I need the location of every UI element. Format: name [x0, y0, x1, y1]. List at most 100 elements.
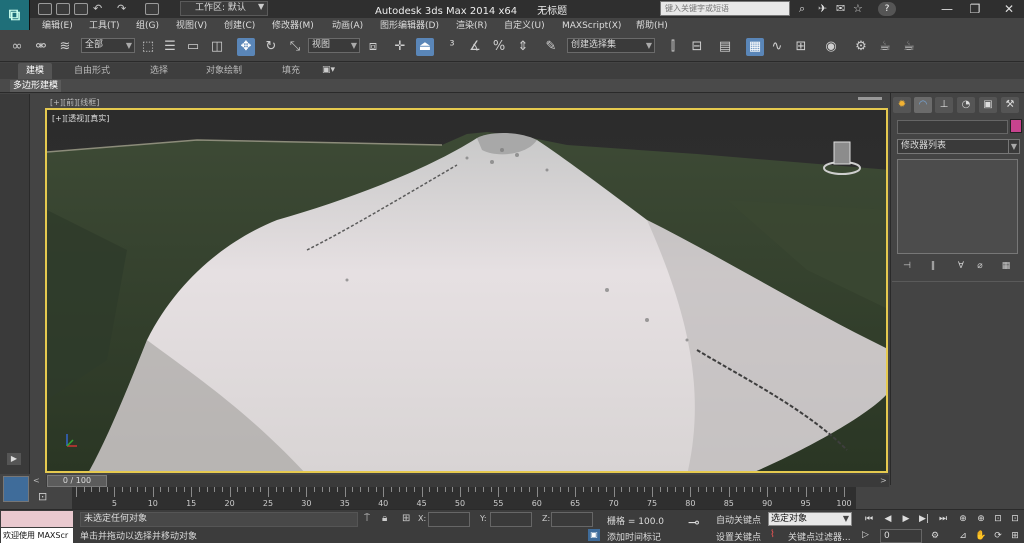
show-end-result-icon[interactable]: ‖	[925, 260, 941, 272]
modifier-list-dropdown[interactable]: 修改器列表 ▼	[897, 139, 1020, 154]
open-file-icon[interactable]	[56, 3, 70, 15]
menu-animation[interactable]: 动画(A)	[332, 18, 363, 34]
z-coordinate-input[interactable]	[551, 512, 593, 527]
undo-icon[interactable]: ↶	[93, 2, 102, 15]
save-file-icon[interactable]	[74, 3, 88, 15]
viewport-resize-handle[interactable]	[858, 97, 882, 100]
menu-create[interactable]: 创建(C)	[224, 18, 255, 34]
select-and-rotate-icon[interactable]: ↻	[262, 38, 280, 56]
maximize-button[interactable]: ❐	[960, 0, 990, 18]
ribbon-tab-freeform[interactable]: 自由形式	[74, 63, 110, 79]
app-logo-icon[interactable]: ⧉	[0, 0, 30, 30]
utilities-tab-icon[interactable]: ⚒	[1001, 97, 1019, 113]
pin-stack-icon[interactable]: ⊣	[899, 260, 915, 272]
search-input[interactable]: 键入关键字或短语	[660, 1, 790, 16]
rendered-frame-icon[interactable]: ☕	[876, 38, 894, 56]
select-and-scale-icon[interactable]: ⤡	[286, 38, 304, 56]
viewport-layout-icon[interactable]	[3, 476, 29, 502]
viewport-label[interactable]: [+][透视][真实]	[52, 113, 109, 124]
close-button[interactable]: ✕	[994, 0, 1024, 18]
named-selection-dropdown[interactable]: 创建选择集 ▼	[567, 38, 655, 53]
keyboard-shortcut-override-icon[interactable]: ⏏	[416, 38, 434, 56]
object-color-swatch[interactable]	[1010, 119, 1022, 133]
remove-modifier-icon[interactable]: ⌀	[972, 260, 988, 272]
ribbon-tab-populate[interactable]: 填充	[282, 63, 300, 79]
ribbon-tab-modeling[interactable]: 建模	[18, 63, 53, 79]
menu-group[interactable]: 组(G)	[136, 18, 159, 34]
make-unique-icon[interactable]: ∀	[953, 260, 969, 272]
set-key-icon[interactable]: ⊸	[688, 515, 700, 531]
selection-filter-dropdown[interactable]: 全部 ▼	[81, 38, 135, 53]
pan-view-icon[interactable]: ✋	[974, 530, 988, 542]
menu-maxscript[interactable]: MAXScript(X)	[562, 18, 621, 34]
menu-rendering[interactable]: 渲染(R)	[456, 18, 487, 34]
select-object-icon[interactable]: ⬚	[139, 38, 157, 56]
pivot-center-icon[interactable]: ⧈	[364, 38, 382, 56]
expand-icon[interactable]: ▶	[7, 453, 21, 465]
zoom-extents-icon[interactable]: ⊡	[991, 513, 1005, 525]
object-name-input[interactable]	[897, 120, 1008, 134]
configure-modifier-sets-icon[interactable]: ▦	[998, 260, 1014, 272]
render-setup-icon[interactable]: ⚙	[852, 38, 870, 56]
modifier-stack[interactable]	[897, 159, 1018, 254]
window-crossing-icon[interactable]: ◫	[208, 38, 226, 56]
current-frame-input[interactable]: 0	[880, 529, 922, 543]
field-of-view-icon[interactable]: ⊿	[956, 530, 970, 542]
menu-views[interactable]: 视图(V)	[176, 18, 207, 34]
subscription-icon[interactable]: ✈	[818, 2, 827, 15]
ribbon-tab-object-paint[interactable]: 对象绘制	[206, 63, 242, 79]
time-slider-track[interactable]	[46, 475, 889, 487]
polygon-modeling-label[interactable]: 多边形建模	[10, 80, 62, 92]
maxscript-output[interactable]: 欢迎使用 MAXScr	[1, 528, 73, 543]
modify-tab-icon[interactable]: ◠	[914, 97, 932, 113]
set-key-button[interactable]: 设置关键点	[716, 530, 761, 543]
binoculars-icon[interactable]: ⌕	[799, 2, 805, 16]
redo-icon[interactable]: ↷	[117, 2, 126, 15]
selection-lock-icon[interactable]: 🔒︎	[382, 513, 387, 524]
go-to-end-icon[interactable]: ⏭	[936, 513, 950, 525]
material-editor-icon[interactable]: ◉	[822, 38, 840, 56]
chevron-down-icon[interactable]: ▼	[258, 2, 264, 11]
go-to-start-icon[interactable]: ⏮	[862, 513, 876, 525]
key-filters-button[interactable]: 关键点过滤器...	[788, 530, 851, 543]
rectangle-selection-icon[interactable]: ▭	[184, 38, 202, 56]
time-prev-icon[interactable]: <	[33, 476, 40, 485]
zoom-extents-all-icon[interactable]: ⊡	[1008, 513, 1022, 525]
menu-edit[interactable]: 编辑(E)	[42, 18, 73, 34]
selection-set-dropdown[interactable]: 选定对象 ▼	[768, 512, 852, 526]
align-icon[interactable]: ⊟	[688, 38, 706, 56]
link-icon[interactable]: ∞	[8, 38, 26, 56]
mirror-icon[interactable]: ⫿	[664, 38, 682, 56]
y-coordinate-input[interactable]	[490, 512, 532, 527]
minimize-button[interactable]: —	[932, 0, 962, 18]
key-mode-icon[interactable]: ▷	[862, 530, 869, 540]
favorites-icon[interactable]: ☆	[853, 2, 863, 15]
select-manipulate-icon[interactable]: ✛	[391, 38, 409, 56]
create-tab-icon[interactable]: ✹	[893, 97, 911, 113]
maxscript-listener-input[interactable]	[1, 511, 73, 527]
track-view-icon[interactable]: ⊡	[38, 490, 47, 503]
unlink-icon[interactable]: ⚮	[32, 38, 50, 56]
viewport-menu-label[interactable]: [+][前][线框]	[50, 97, 99, 108]
menu-modifiers[interactable]: 修改器(M)	[272, 18, 314, 34]
viewcube-icon[interactable]	[822, 138, 862, 178]
spinner-snap-icon[interactable]: ⇕	[514, 38, 532, 56]
graphite-ribbon-icon[interactable]: ▦	[746, 38, 764, 56]
layer-manager-icon[interactable]: ▤	[716, 38, 734, 56]
percent-snap-icon[interactable]: %	[490, 38, 508, 56]
select-by-name-icon[interactable]: ☰	[161, 38, 179, 56]
track-bar[interactable]: 5 10 15 20 25 30 35 40 45 50 55 60 65 70 75 80 85 90 95 100	[72, 487, 856, 509]
auto-key-button[interactable]: 自动关键点	[716, 513, 761, 526]
time-config-icon[interactable]: ⚙	[928, 530, 942, 542]
perspective-viewport[interactable]: [+][透视][真实]	[45, 108, 888, 473]
hierarchy-tab-icon[interactable]: ⊥	[935, 97, 953, 113]
motion-tab-icon[interactable]: ◔	[957, 97, 975, 113]
new-file-icon[interactable]	[38, 3, 52, 15]
reference-coordinate-dropdown[interactable]: 视图 ▼	[308, 38, 360, 53]
time-next-icon[interactable]: >	[880, 476, 887, 485]
menu-tools[interactable]: 工具(T)	[89, 18, 120, 34]
time-tag-icon[interactable]: ▣	[588, 529, 600, 541]
snaps-toggle-icon[interactable]: ³	[443, 38, 461, 56]
curve-editor-icon[interactable]: ∿	[768, 38, 786, 56]
orbit-icon[interactable]: ⟳	[991, 530, 1005, 542]
